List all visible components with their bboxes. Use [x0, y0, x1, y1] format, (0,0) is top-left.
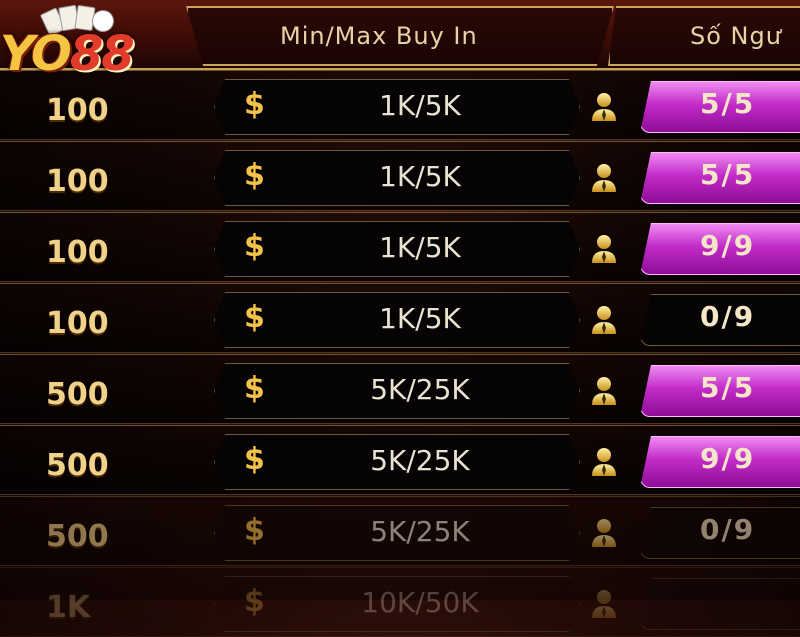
- seat-count: 5/5: [700, 371, 756, 404]
- seat-count-badge: [640, 578, 800, 630]
- person-icon: [589, 304, 619, 336]
- person-icon: [589, 588, 619, 620]
- bet-amount: 100: [46, 164, 109, 199]
- person-icon: [589, 233, 619, 265]
- yo88-logo: YO88: [0, 4, 150, 84]
- seat-count: 5/5: [700, 158, 756, 191]
- seat-count: 0/9: [700, 513, 756, 546]
- bet-amount: 100: [46, 93, 109, 128]
- buy-in-range: 1K/5K: [379, 89, 461, 122]
- dollar-icon: $: [244, 87, 265, 122]
- buy-in-range: 1K/5K: [379, 231, 461, 264]
- logo-number: 88: [69, 26, 135, 82]
- buy-in-range: 10K/50K: [361, 586, 479, 619]
- table-row[interactable]: 500 $5K/25K 5/5: [0, 354, 800, 424]
- bet-amount: 500: [46, 448, 109, 483]
- dollar-icon: $: [244, 584, 265, 619]
- seat-count: 0/9: [700, 300, 756, 333]
- buy-in-range: 5K/25K: [370, 373, 470, 406]
- buy-in-column-label: Min/Max Buy In: [280, 22, 478, 50]
- buy-in-range: 1K/5K: [379, 160, 461, 193]
- table-row[interactable]: 1K $10K/50K: [0, 567, 800, 637]
- buy-in-range: 5K/25K: [370, 444, 470, 477]
- seat-count: 9/9: [700, 442, 756, 475]
- person-icon: [589, 162, 619, 194]
- bet-amount: 1K: [46, 590, 91, 625]
- dollar-icon: $: [244, 300, 265, 335]
- table-row[interactable]: 100 $1K/5K 9/9: [0, 212, 800, 282]
- dollar-icon: $: [244, 229, 265, 264]
- table-row[interactable]: 500 $5K/25K 9/9: [0, 425, 800, 495]
- person-icon: [589, 517, 619, 549]
- person-icon: [589, 91, 619, 123]
- seat-count: 9/9: [700, 229, 756, 262]
- bet-amount: 100: [46, 235, 109, 270]
- dollar-icon: $: [244, 513, 265, 548]
- bet-amount: 100: [46, 306, 109, 341]
- bet-amount: 500: [46, 377, 109, 412]
- players-column-label: Số Ngư: [690, 22, 782, 50]
- seat-count: 5/5: [700, 87, 756, 120]
- bet-amount: 500: [46, 519, 109, 554]
- table-row[interactable]: 500 $5K/25K 0/9: [0, 496, 800, 566]
- buy-in-range: 5K/25K: [370, 515, 470, 548]
- dollar-icon: $: [244, 371, 265, 406]
- dollar-icon: $: [244, 158, 265, 193]
- table-list: 100 $1K/5K 5/5 100 $1K/5K 5/5 100 $1K/5K 9/9 100 $…: [0, 70, 800, 637]
- person-icon: [589, 446, 619, 478]
- table-row[interactable]: 100 $1K/5K 5/5: [0, 141, 800, 211]
- person-icon: [589, 375, 619, 407]
- logo-text: YO: [0, 26, 72, 82]
- dollar-icon: $: [244, 442, 265, 477]
- buy-in-range: 1K/5K: [379, 302, 461, 335]
- table-row[interactable]: 100 $1K/5K 0/9: [0, 283, 800, 353]
